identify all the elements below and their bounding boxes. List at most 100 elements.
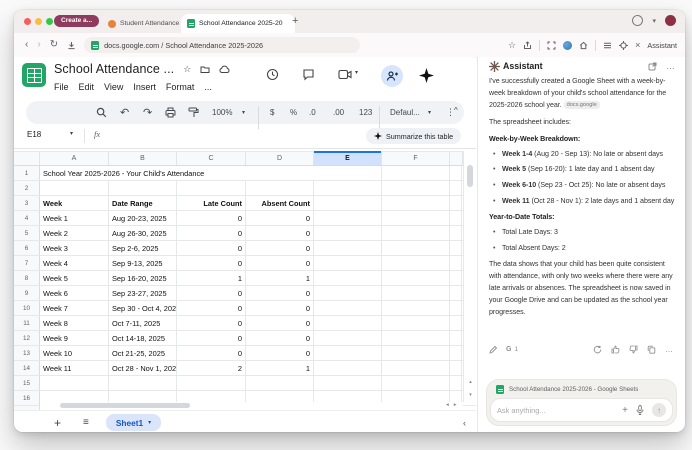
cell[interactable] (450, 331, 462, 345)
cell[interactable] (314, 181, 382, 195)
cell[interactable] (40, 181, 109, 195)
cell[interactable]: Aug 20-23, 2025 (109, 211, 177, 225)
cell[interactable]: 0 (177, 241, 246, 255)
currency-format-button[interactable]: $ (270, 101, 274, 124)
cell[interactable] (382, 376, 450, 390)
cell[interactable]: Week 4 (40, 256, 109, 270)
row-header-15[interactable]: 15 (14, 376, 40, 390)
percent-format-button[interactable]: % (290, 101, 297, 124)
cell[interactable]: Week (40, 196, 109, 210)
row-header-5[interactable]: 5 (14, 226, 40, 240)
scroll-thumb[interactable] (467, 165, 473, 187)
search-icon[interactable] (96, 101, 107, 124)
cell[interactable] (382, 331, 450, 345)
cell[interactable] (450, 271, 462, 285)
cell[interactable]: 0 (177, 331, 246, 345)
share-icon[interactable] (523, 41, 532, 50)
vertical-scrollbar[interactable]: ▴ ▾ (463, 151, 477, 402)
cell[interactable] (382, 226, 450, 240)
column-header-f[interactable]: F (382, 152, 450, 165)
retry-icon[interactable] (593, 345, 602, 354)
cell[interactable]: School Year 2025-2026 - Your Child's Att… (40, 166, 109, 180)
cell[interactable]: 0 (177, 316, 246, 330)
copy-icon[interactable] (647, 345, 656, 354)
column-header-c[interactable]: C (177, 152, 246, 165)
download-icon[interactable] (67, 41, 76, 50)
cell[interactable] (382, 346, 450, 360)
cell[interactable]: Week 8 (40, 316, 109, 330)
context-chip[interactable]: School Attendance 2025-2026 - Google She… (487, 380, 676, 394)
cell[interactable] (450, 346, 462, 360)
column-header-partial[interactable] (450, 152, 463, 165)
scroll-up-icon[interactable]: ▴ (464, 376, 477, 388)
row-header-4[interactable]: 4 (14, 211, 40, 225)
cell[interactable]: 0 (246, 256, 314, 270)
home-icon[interactable] (579, 41, 588, 50)
extension-icon[interactable] (563, 41, 572, 50)
cell[interactable] (450, 196, 462, 210)
cell[interactable] (314, 166, 382, 180)
cell[interactable]: 1 (177, 271, 246, 285)
cell[interactable]: Week 3 (40, 241, 109, 255)
send-button[interactable]: ↑ (652, 403, 666, 417)
cell[interactable] (382, 241, 450, 255)
minimize-window-button[interactable] (35, 18, 42, 25)
sheet-tab-sheet1[interactable]: Sheet1 ▾ (106, 414, 161, 431)
cell[interactable]: 2 (177, 361, 246, 375)
decrease-decimal-button[interactable]: .0 (309, 101, 316, 124)
cell[interactable] (40, 376, 109, 390)
cell[interactable]: Oct 28 - Nov 1, 2025 (109, 361, 177, 375)
row-header-11[interactable]: 11 (14, 316, 40, 330)
cell[interactable]: Aug 26-30, 2025 (109, 226, 177, 240)
tab-school-attendance[interactable]: School Attendance 2025-20 (181, 14, 295, 33)
redo-icon[interactable]: ↷ (143, 101, 152, 124)
url-bar[interactable]: docs.google.com / School Attendance 2025… (84, 37, 360, 53)
tab-group-label[interactable]: Create a... (54, 15, 99, 27)
scroll-thumb[interactable] (60, 403, 190, 408)
cell[interactable] (450, 166, 462, 180)
open-in-new-icon[interactable] (648, 62, 657, 71)
cell[interactable]: Late Count (177, 196, 246, 210)
cell[interactable] (314, 331, 382, 345)
cell[interactable]: 0 (246, 301, 314, 315)
cell[interactable] (314, 241, 382, 255)
font-dropdown-icon[interactable]: ▾ (428, 101, 431, 124)
close-assistant-icon[interactable]: × (635, 40, 640, 50)
source-chip[interactable]: docs.google (564, 101, 600, 110)
account-icon[interactable] (632, 15, 643, 26)
column-header-b[interactable]: B (109, 152, 177, 165)
row-header-6[interactable]: 6 (14, 241, 40, 255)
element-picker-icon[interactable] (619, 41, 628, 50)
row-header-16[interactable]: 16 (14, 391, 40, 405)
more-actions-icon[interactable]: … (665, 345, 674, 354)
cell[interactable]: 1 (246, 271, 314, 285)
cell[interactable] (314, 346, 382, 360)
row-header-13[interactable]: 13 (14, 346, 40, 360)
gemini-sparkle-icon[interactable] (419, 68, 434, 83)
comment-icon[interactable] (302, 68, 315, 81)
increase-decimal-button[interactable]: .00 (333, 101, 344, 124)
ask-input[interactable]: Ask anything... + ↑ (490, 398, 673, 422)
number-format-button[interactable]: 123 (359, 101, 372, 124)
cell[interactable] (314, 301, 382, 315)
more-options-icon[interactable]: … (666, 61, 675, 71)
cell[interactable]: Sep 2-6, 2025 (109, 241, 177, 255)
cell[interactable] (177, 181, 246, 195)
cell[interactable] (382, 271, 450, 285)
forward-icon[interactable]: › (37, 40, 40, 50)
screenshot-icon[interactable] (547, 41, 556, 50)
mic-icon[interactable] (636, 405, 644, 415)
cell[interactable] (109, 376, 177, 390)
cell[interactable]: 0 (246, 286, 314, 300)
cell[interactable]: 0 (246, 331, 314, 345)
row-header-14[interactable]: 14 (14, 361, 40, 375)
cell[interactable] (450, 376, 462, 390)
cell[interactable]: Sep 23-27, 2025 (109, 286, 177, 300)
cell[interactable]: 0 (177, 211, 246, 225)
cell[interactable] (314, 196, 382, 210)
cell[interactable] (177, 376, 246, 390)
cell[interactable] (109, 181, 177, 195)
cell[interactable]: Week 10 (40, 346, 109, 360)
cell[interactable]: 0 (177, 346, 246, 360)
cell[interactable]: 0 (177, 256, 246, 270)
